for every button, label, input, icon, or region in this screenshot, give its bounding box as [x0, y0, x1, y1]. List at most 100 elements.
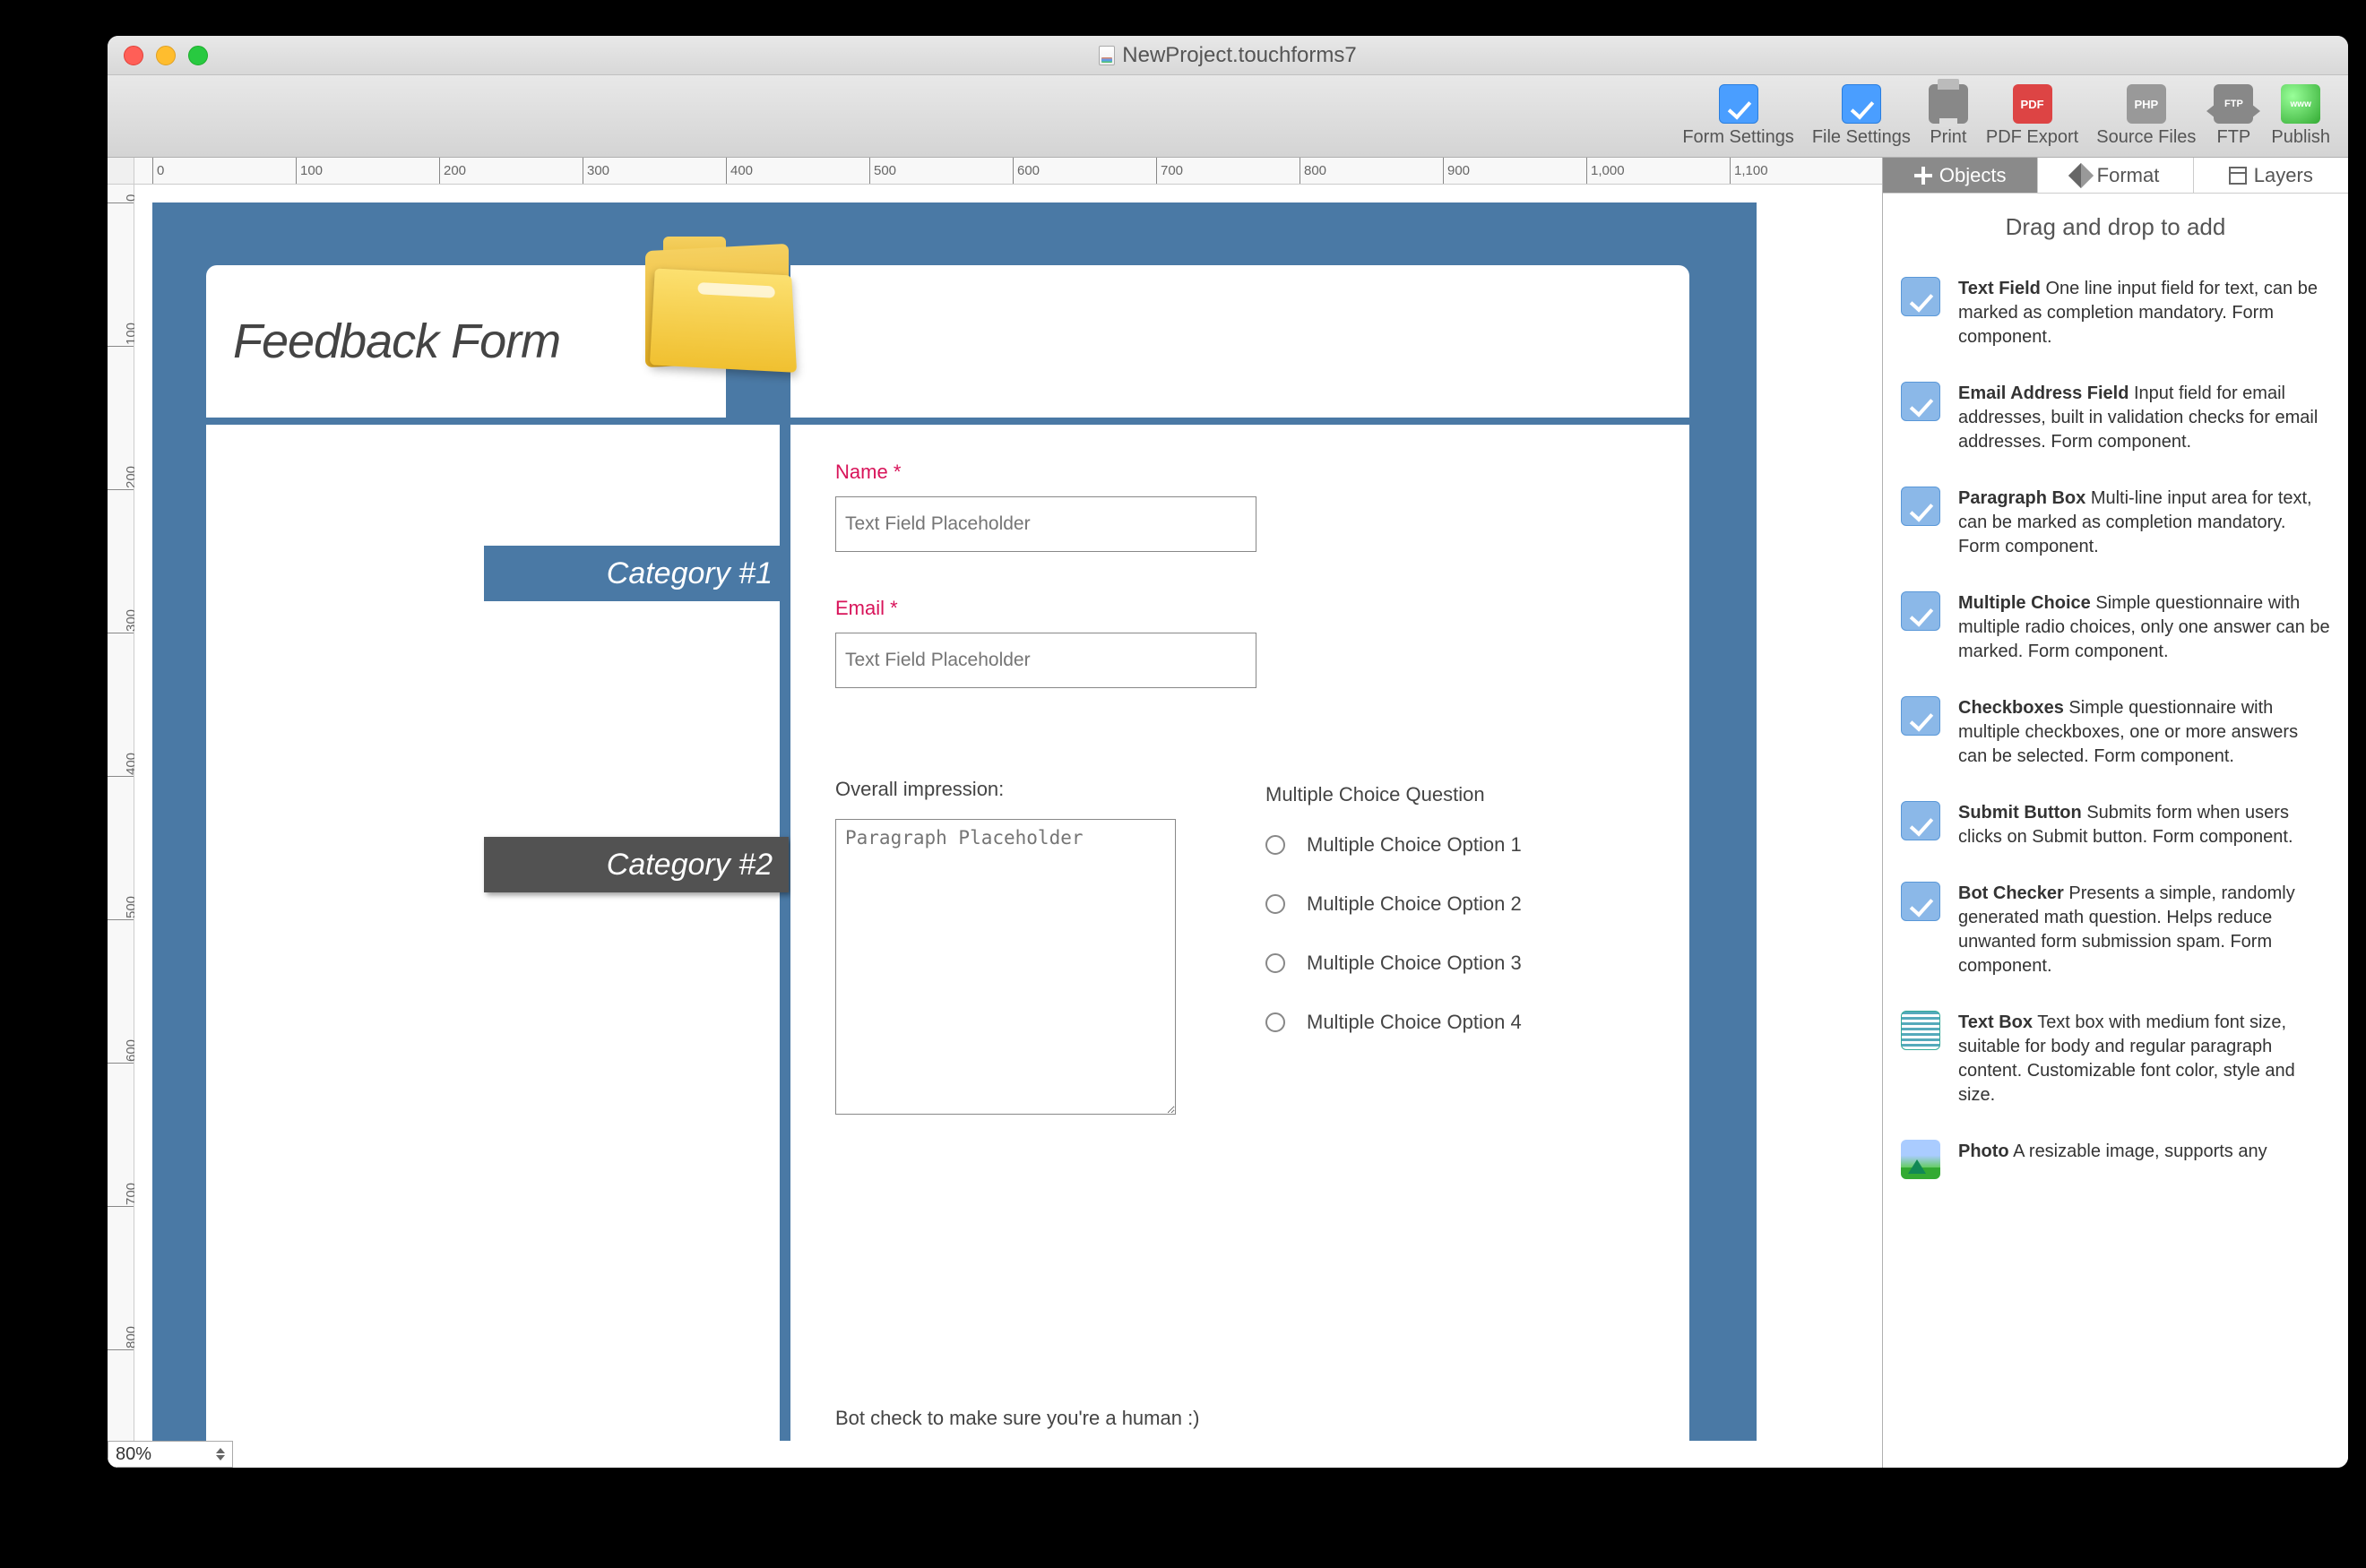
mc-option-2[interactable]: Multiple Choice Option 2 [1265, 892, 1522, 916]
overall-impression-label: Overall impression: [835, 778, 1645, 801]
sidebar-tabs: Objects Format Layers [1883, 158, 2348, 194]
tab-objects[interactable]: Objects [1883, 158, 2038, 193]
form-settings-label: Form Settings [1682, 127, 1793, 148]
category-1-bar[interactable]: Category #1 [484, 546, 789, 601]
object-item-text: Multiple Choice Simple questionnaire wit… [1958, 591, 2330, 664]
ruler-tick: 0 [108, 202, 134, 203]
ruler-tick: 800 [1300, 158, 1326, 184]
ruler-tick: 600 [1013, 158, 1040, 184]
ruler-tick: 0 [152, 158, 164, 184]
canvas-viewport[interactable]: Feedback Form Category #1 Category #2 [134, 185, 1882, 1441]
file-settings-label: File Settings [1812, 127, 1911, 148]
ruler-tick: 600 [108, 1063, 134, 1064]
form-canvas[interactable]: Feedback Form Category #1 Category #2 [152, 202, 1757, 1441]
check-icon [1901, 277, 1940, 316]
ruler-vertical: 0100200300400500600700800 [108, 185, 134, 1468]
zoom-level[interactable]: 80% [108, 1441, 233, 1468]
ruler-tick: 900 [1443, 158, 1470, 184]
file-settings-button[interactable]: File Settings [1812, 84, 1911, 148]
ruler-corner [108, 158, 134, 185]
object-item-photo[interactable]: Photo A resizable image, supports any [1901, 1124, 2330, 1195]
brush-icon [2068, 162, 2093, 187]
pdf-icon: PDF [2013, 84, 2052, 124]
object-item-text: Text Box Text box with medium font size,… [1958, 1011, 2330, 1107]
zoom-stepper[interactable] [216, 1448, 225, 1460]
mc-option-1[interactable]: Multiple Choice Option 1 [1265, 833, 1522, 857]
object-item-paragraph-box[interactable]: Paragraph Box Multi-line input area for … [1901, 470, 2330, 575]
form-title: Feedback Form [233, 314, 560, 369]
php-icon: PHP [2127, 84, 2166, 124]
radio-icon[interactable] [1265, 1012, 1285, 1032]
mc-question-label: Multiple Choice Question [1265, 783, 1522, 806]
source-files-button[interactable]: PHP Source Files [2096, 84, 2196, 148]
form-header-right[interactable] [790, 265, 1689, 418]
window-title: NewProject.touchforms7 [108, 43, 2348, 68]
ruler-tick: 800 [108, 1349, 134, 1350]
object-item-multiple-choice[interactable]: Multiple Choice Simple questionnaire wit… [1901, 575, 2330, 680]
source-files-label: Source Files [2096, 127, 2196, 148]
email-label: Email * [835, 597, 1645, 620]
app-window: NewProject.touchforms7 Form Settings Fil… [108, 36, 2348, 1468]
ftp-label: FTP [2217, 127, 2251, 148]
email-input[interactable] [835, 633, 1256, 688]
name-input[interactable] [835, 496, 1256, 552]
ruler-tick: 500 [108, 919, 134, 920]
object-item-text: Bot Checker Presents a simple, randomly … [1958, 882, 2330, 978]
check-icon [1901, 696, 1940, 736]
publish-button[interactable]: www Publish [2271, 84, 2330, 148]
check-icon [1901, 591, 1940, 631]
layers-icon [2229, 167, 2247, 185]
tab-format[interactable]: Format [2038, 158, 2193, 193]
object-item-text-box[interactable]: Text Box Text box with medium font size,… [1901, 995, 2330, 1124]
textbox-icon [1901, 1011, 1940, 1050]
object-item-email-address-field[interactable]: Email Address Field Input field for emai… [1901, 366, 2330, 470]
object-item-bot-checker[interactable]: Bot Checker Presents a simple, randomly … [1901, 866, 2330, 995]
ruler-tick: 300 [583, 158, 609, 184]
ruler-tick: 200 [439, 158, 466, 184]
ruler-tick: 500 [869, 158, 896, 184]
form-settings-button[interactable]: Form Settings [1682, 84, 1793, 148]
object-item-text: Email Address Field Input field for emai… [1958, 382, 2330, 454]
categories-column[interactable]: Category #1 Category #2 [206, 425, 780, 1441]
body: 01002003004005006007008009001,0001,100 0… [108, 158, 2348, 1468]
check-icon [1842, 84, 1881, 124]
radio-icon[interactable] [1265, 953, 1285, 973]
ruler-tick: 700 [108, 1206, 134, 1207]
form-main-column[interactable]: Name * Email * Overall impression: [790, 425, 1689, 1441]
print-button[interactable]: Print [1929, 84, 1968, 148]
object-item-checkboxes[interactable]: Checkboxes Simple questionnaire with mul… [1901, 680, 2330, 785]
tab-layers[interactable]: Layers [2194, 158, 2348, 193]
pdf-export-button[interactable]: PDF PDF Export [1986, 84, 2078, 148]
radio-icon[interactable] [1265, 835, 1285, 855]
print-label: Print [1930, 127, 1966, 148]
paragraph-input[interactable] [835, 819, 1176, 1115]
ruler-tick: 700 [1156, 158, 1183, 184]
bot-check-label: Bot check to make sure you're a human :) [835, 1407, 1200, 1430]
zoom-value: 80% [116, 1444, 151, 1465]
check-icon [1901, 382, 1940, 421]
ruler-horizontal: 01002003004005006007008009001,0001,100 [134, 158, 1882, 185]
printer-icon [1929, 84, 1968, 124]
globe-icon: www [2281, 84, 2320, 124]
photo-icon [1901, 1140, 1940, 1179]
mc-option-3[interactable]: Multiple Choice Option 3 [1265, 952, 1522, 975]
check-icon [1901, 801, 1940, 840]
object-item-submit-button[interactable]: Submit Button Submits form when users cl… [1901, 785, 2330, 866]
pdf-export-label: PDF Export [1986, 127, 2078, 148]
sidebar: Objects Format Layers Drag and drop to a… [1882, 158, 2348, 1468]
sidebar-hint: Drag and drop to add [1883, 194, 2348, 261]
mc-option-4[interactable]: Multiple Choice Option 4 [1265, 1011, 1522, 1034]
ftp-button[interactable]: FTP FTP [2214, 84, 2253, 148]
radio-icon[interactable] [1265, 894, 1285, 914]
object-item-text: Text Field One line input field for text… [1958, 277, 2330, 349]
check-icon [1719, 84, 1758, 124]
category-2-bar[interactable]: Category #2 [484, 837, 789, 892]
object-item-text-field[interactable]: Text Field One line input field for text… [1901, 261, 2330, 366]
ftp-icon: FTP [2214, 84, 2253, 124]
titlebar: NewProject.touchforms7 [108, 36, 2348, 75]
ruler-tick: 1,100 [1730, 158, 1768, 184]
folder-icon[interactable] [636, 229, 798, 373]
multiple-choice-area[interactable]: Multiple Choice Question Multiple Choice… [1265, 783, 1522, 1070]
ruler-tick: 400 [108, 776, 134, 777]
objects-list: Text Field One line input field for text… [1883, 261, 2348, 1468]
